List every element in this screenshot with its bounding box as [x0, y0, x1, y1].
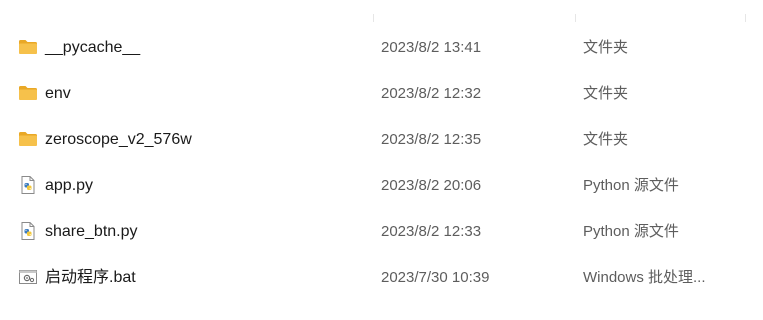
file-row-app-py[interactable]: app.py 2023/8/2 20:06 Python 源文件 [0, 163, 763, 209]
file-row-env[interactable]: env 2023/8/2 12:32 文件夹 [0, 71, 763, 117]
file-modified-date: 2023/7/30 10:39 [381, 269, 490, 286]
batch-file-icon [18, 267, 38, 287]
python-file-icon [18, 221, 38, 241]
file-name: app.py [45, 177, 94, 194]
file-modified-date: 2023/8/2 13:41 [381, 39, 482, 56]
file-list: __pycache__ 2023/8/2 13:41 文件夹 env 2023/… [0, 25, 763, 301]
file-row-zeroscope[interactable]: zeroscope_v2_576w 2023/8/2 12:35 文件夹 [0, 117, 763, 163]
file-modified-date: 2023/8/2 12:33 [381, 223, 482, 240]
file-type: Windows 批处理... [583, 269, 706, 286]
folder-icon [18, 129, 38, 149]
python-file-icon [18, 175, 38, 195]
file-type: 文件夹 [583, 39, 629, 56]
file-row-pycache[interactable]: __pycache__ 2023/8/2 13:41 文件夹 [0, 25, 763, 71]
folder-icon [18, 37, 38, 57]
column-divider[interactable] [745, 14, 746, 22]
column-divider[interactable] [373, 14, 374, 22]
file-modified-date: 2023/8/2 12:32 [381, 85, 482, 102]
file-name: env [45, 85, 71, 102]
column-divider[interactable] [575, 14, 576, 22]
file-modified-date: 2023/8/2 12:35 [381, 131, 482, 148]
file-name: share_btn.py [45, 223, 138, 240]
file-type: Python 源文件 [583, 223, 679, 240]
file-row-launch-bat[interactable]: 启动程序.bat 2023/7/30 10:39 Windows 批处理... [0, 255, 763, 301]
file-type: 文件夹 [583, 131, 629, 148]
file-type: 文件夹 [583, 85, 629, 102]
file-modified-date: 2023/8/2 20:06 [381, 177, 482, 194]
folder-icon [18, 83, 38, 103]
column-header-dividers [0, 14, 763, 22]
file-name: 启动程序.bat [45, 269, 136, 286]
file-name: zeroscope_v2_576w [45, 131, 192, 148]
file-name: __pycache__ [45, 39, 141, 56]
file-row-share-btn-py[interactable]: share_btn.py 2023/8/2 12:33 Python 源文件 [0, 209, 763, 255]
file-type: Python 源文件 [583, 177, 679, 194]
